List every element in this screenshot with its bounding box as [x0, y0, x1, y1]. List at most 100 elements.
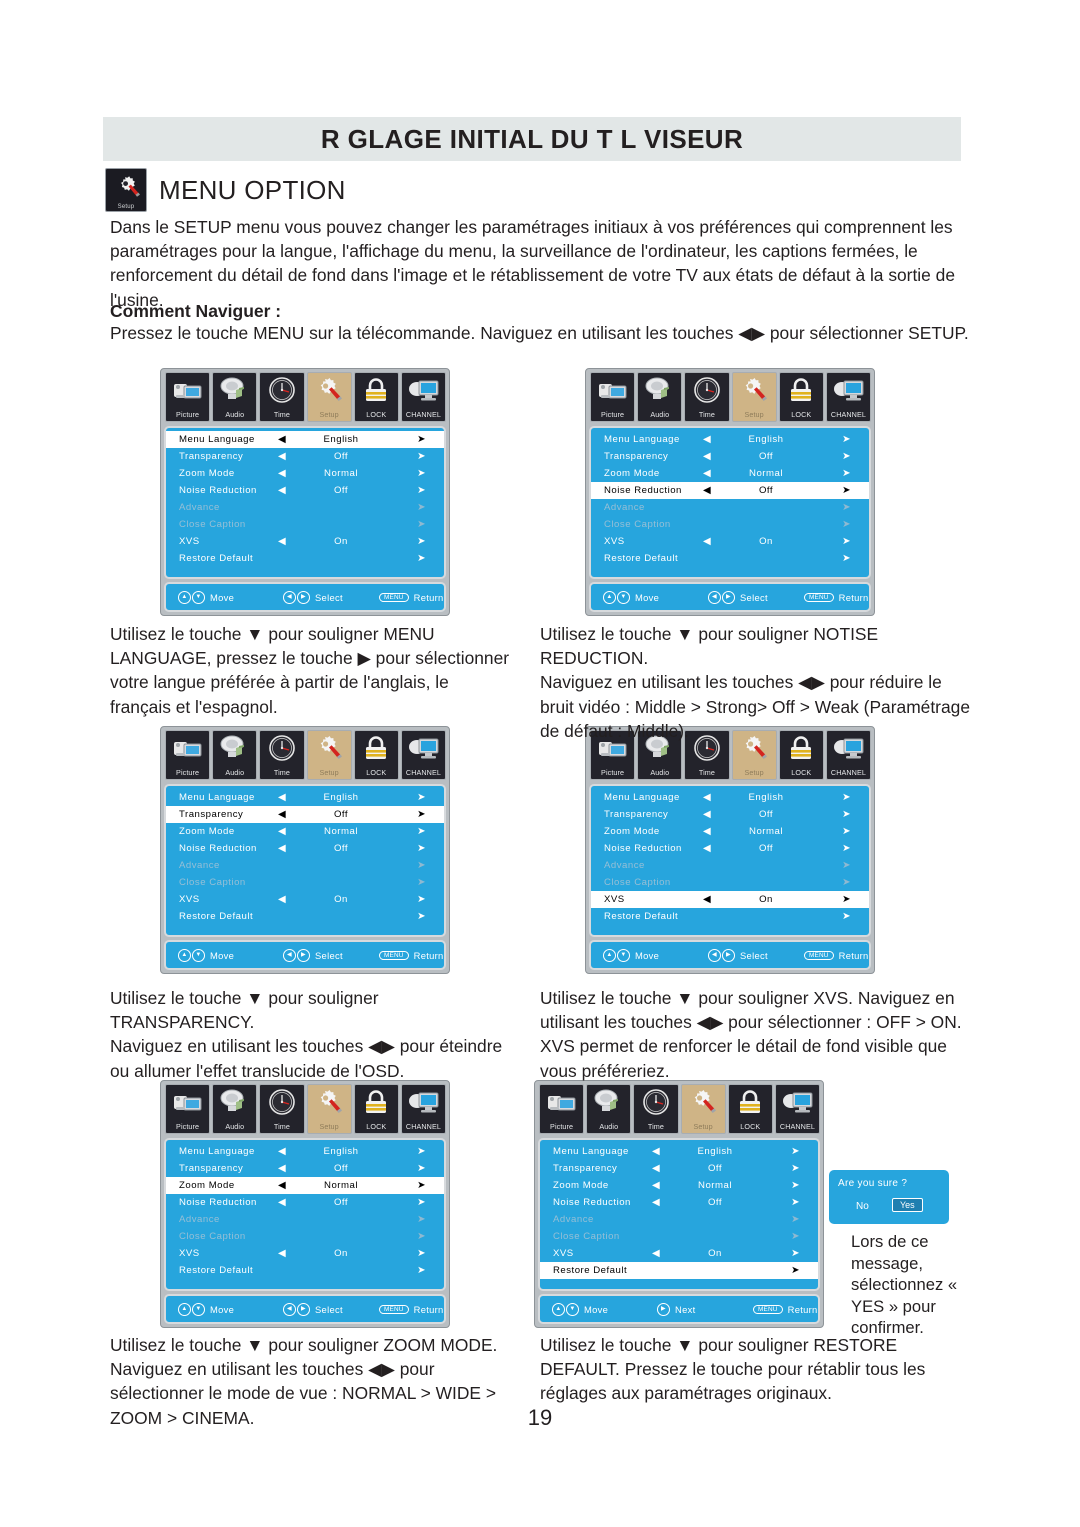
osd-row-left-arrow-icon[interactable]: ◀ — [278, 792, 286, 803]
osd-row[interactable]: Zoom Mode ◀ Normal ➤ — [540, 1177, 818, 1194]
osd-tab-audio[interactable]: Audio — [586, 1084, 632, 1134]
confirm-yes-button[interactable]: Yes — [892, 1198, 923, 1212]
osd-tab-lock[interactable]: LOCK — [353, 730, 399, 780]
osd-row-right-arrow-icon[interactable]: ➤ — [842, 894, 851, 905]
osd-row-right-arrow-icon[interactable]: ➤ — [417, 519, 426, 530]
osd-row-left-arrow-icon[interactable]: ◀ — [703, 536, 711, 547]
osd-row-right-arrow-icon[interactable]: ➤ — [842, 792, 851, 803]
osd-row[interactable]: Advance ➤ — [166, 499, 444, 516]
osd-row-right-arrow-icon[interactable]: ➤ — [417, 860, 426, 871]
osd-row-left-arrow-icon[interactable]: ◀ — [652, 1197, 660, 1208]
osd-row[interactable]: XVS ◀ On ➤ — [166, 1245, 444, 1262]
osd-row[interactable]: Advance ➤ — [166, 1211, 444, 1228]
osd-panel[interactable]: Picture Audio Time Setup LOCK CHANNEL Menu Lan… — [160, 1080, 450, 1328]
osd-row[interactable]: Zoom Mode ◀ Normal ➤ — [166, 465, 444, 482]
osd-row[interactable]: Noise Reduction ◀ Off ➤ — [166, 840, 444, 857]
osd-row[interactable]: Close Caption ➤ — [591, 516, 869, 533]
osd-row[interactable]: Noise Reduction ◀ Off ➤ — [166, 482, 444, 499]
osd-row-right-arrow-icon[interactable]: ➤ — [417, 843, 426, 854]
osd-row[interactable]: Restore Default ➤ — [166, 908, 444, 925]
osd-row[interactable]: Zoom Mode ◀ Normal ➤ — [591, 465, 869, 482]
osd-row-left-arrow-icon[interactable]: ◀ — [703, 809, 711, 820]
osd-row-left-arrow-icon[interactable]: ◀ — [278, 1146, 286, 1157]
osd-row-right-arrow-icon[interactable]: ➤ — [417, 502, 426, 513]
osd-row[interactable]: Close Caption ➤ — [591, 874, 869, 891]
osd-row[interactable]: Restore Default ➤ — [540, 1262, 818, 1279]
osd-row[interactable]: Restore Default ➤ — [166, 1262, 444, 1279]
osd-row-right-arrow-icon[interactable]: ➤ — [417, 792, 426, 803]
osd-row[interactable]: Transparency ◀ Off ➤ — [166, 806, 444, 823]
osd-row-left-arrow-icon[interactable]: ◀ — [703, 792, 711, 803]
osd-tab-time[interactable]: Time — [259, 730, 305, 780]
osd-row-left-arrow-icon[interactable]: ◀ — [278, 434, 286, 445]
osd-row-left-arrow-icon[interactable]: ◀ — [652, 1146, 660, 1157]
osd-row-right-arrow-icon[interactable]: ➤ — [842, 502, 851, 513]
osd-row-left-arrow-icon[interactable]: ◀ — [703, 826, 711, 837]
osd-row-right-arrow-icon[interactable]: ➤ — [842, 843, 851, 854]
osd-row-right-arrow-icon[interactable]: ➤ — [791, 1197, 800, 1208]
osd-row-left-arrow-icon[interactable]: ◀ — [703, 468, 711, 479]
osd-tab-setup[interactable]: Setup — [731, 372, 777, 422]
osd-panel[interactable]: Picture Audio Time Setup LOCK CHANNEL Menu Lan… — [534, 1080, 824, 1328]
osd-tab-picture[interactable]: Picture — [165, 1084, 211, 1134]
osd-tab-setup[interactable]: Setup — [306, 1084, 352, 1134]
osd-row[interactable]: Restore Default ➤ — [591, 908, 869, 925]
osd-row[interactable]: Zoom Mode ◀ Normal ➤ — [591, 823, 869, 840]
osd-tab-time[interactable]: Time — [259, 372, 305, 422]
osd-row-right-arrow-icon[interactable]: ➤ — [417, 434, 426, 445]
confirm-no-button[interactable]: No — [856, 1201, 869, 1212]
osd-row-left-arrow-icon[interactable]: ◀ — [278, 468, 286, 479]
osd-row[interactable]: Close Caption ➤ — [166, 1228, 444, 1245]
osd-row-left-arrow-icon[interactable]: ◀ — [703, 894, 711, 905]
osd-row[interactable]: XVS ◀ On ➤ — [591, 533, 869, 550]
osd-row-right-arrow-icon[interactable]: ➤ — [417, 1146, 426, 1157]
osd-row-right-arrow-icon[interactable]: ➤ — [842, 860, 851, 871]
osd-row-right-arrow-icon[interactable]: ➤ — [842, 826, 851, 837]
osd-row[interactable]: Advance ➤ — [166, 857, 444, 874]
osd-tab-channel[interactable]: CHANNEL — [400, 730, 446, 780]
osd-row-right-arrow-icon[interactable]: ➤ — [791, 1248, 800, 1259]
osd-row-right-arrow-icon[interactable]: ➤ — [791, 1265, 800, 1276]
osd-row-right-arrow-icon[interactable]: ➤ — [417, 536, 426, 547]
osd-row[interactable]: Noise Reduction ◀ Off ➤ — [166, 1194, 444, 1211]
osd-tab-lock[interactable]: LOCK — [727, 1084, 773, 1134]
osd-row[interactable]: Close Caption ➤ — [166, 516, 444, 533]
osd-row[interactable]: Menu Language ◀ English ➤ — [591, 431, 869, 448]
osd-row-left-arrow-icon[interactable]: ◀ — [278, 536, 286, 547]
osd-tab-audio[interactable]: Audio — [212, 1084, 258, 1134]
osd-row-left-arrow-icon[interactable]: ◀ — [703, 434, 711, 445]
osd-row[interactable]: Menu Language ◀ English ➤ — [166, 789, 444, 806]
osd-row-right-arrow-icon[interactable]: ➤ — [842, 451, 851, 462]
osd-row-left-arrow-icon[interactable]: ◀ — [278, 826, 286, 837]
osd-row-left-arrow-icon[interactable]: ◀ — [278, 1163, 286, 1174]
osd-row-left-arrow-icon[interactable]: ◀ — [278, 809, 286, 820]
osd-row[interactable]: Noise Reduction ◀ Off ➤ — [540, 1194, 818, 1211]
osd-row[interactable]: Transparency ◀ Off ➤ — [166, 1160, 444, 1177]
osd-row-right-arrow-icon[interactable]: ➤ — [417, 1180, 426, 1191]
osd-row[interactable]: Restore Default ➤ — [166, 550, 444, 567]
osd-row-right-arrow-icon[interactable]: ➤ — [417, 1248, 426, 1259]
osd-row-left-arrow-icon[interactable]: ◀ — [278, 485, 286, 496]
osd-row-right-arrow-icon[interactable]: ➤ — [842, 911, 851, 922]
osd-row-left-arrow-icon[interactable]: ◀ — [703, 451, 711, 462]
osd-row-right-arrow-icon[interactable]: ➤ — [842, 809, 851, 820]
osd-row[interactable]: Zoom Mode ◀ Normal ➤ — [166, 1177, 444, 1194]
osd-tab-time[interactable]: Time — [684, 372, 730, 422]
osd-tab-picture[interactable]: Picture — [590, 372, 636, 422]
osd-row-right-arrow-icon[interactable]: ➤ — [842, 536, 851, 547]
osd-row[interactable]: Noise Reduction ◀ Off ➤ — [591, 840, 869, 857]
osd-tab-time[interactable]: Time — [259, 1084, 305, 1134]
osd-tab-lock[interactable]: LOCK — [353, 1084, 399, 1134]
confirm-dialog[interactable]: Are you sure ? No Yes — [827, 1168, 951, 1226]
osd-row[interactable]: Transparency ◀ Off ➤ — [591, 448, 869, 465]
osd-row[interactable]: Close Caption ➤ — [540, 1228, 818, 1245]
osd-tab-picture[interactable]: Picture — [539, 1084, 585, 1134]
osd-tab-setup[interactable]: Setup — [306, 730, 352, 780]
osd-row[interactable]: XVS ◀ On ➤ — [166, 533, 444, 550]
osd-tab-channel[interactable]: CHANNEL — [774, 1084, 820, 1134]
osd-row-right-arrow-icon[interactable]: ➤ — [417, 1265, 426, 1276]
osd-tab-setup[interactable]: Setup — [680, 1084, 726, 1134]
osd-row-right-arrow-icon[interactable]: ➤ — [842, 485, 851, 496]
osd-panel[interactable]: Picture Audio Time Setup LOCK CHANNEL Menu Lan… — [585, 368, 875, 616]
osd-row-right-arrow-icon[interactable]: ➤ — [842, 468, 851, 479]
